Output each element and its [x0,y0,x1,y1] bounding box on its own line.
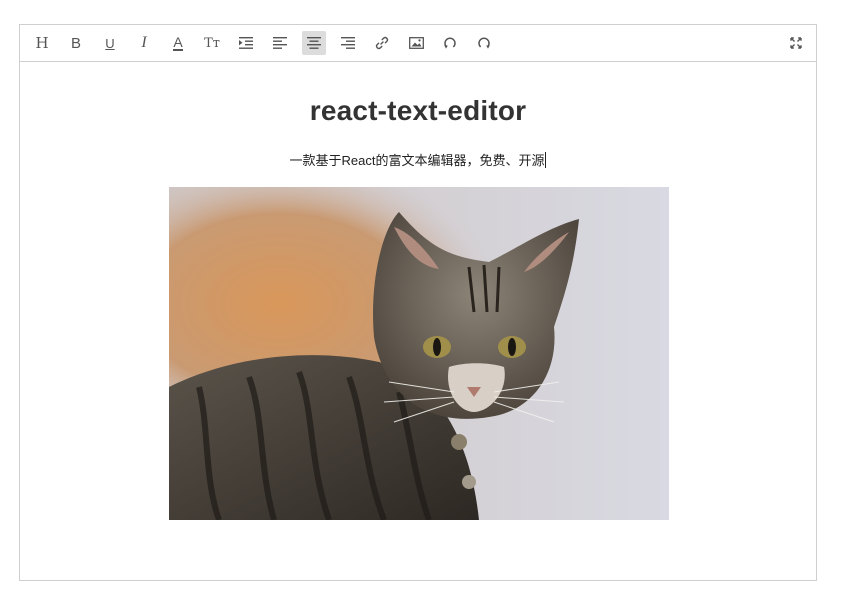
underline-button[interactable]: U [98,31,122,55]
font-color-icon: A [173,34,183,51]
align-center-icon [307,37,321,49]
font-size-button[interactable]: Tт [200,31,224,55]
editor-content[interactable]: react-text-editor 一款基于React的富文本编辑器，免费、开源 [20,62,816,581]
font-color-button[interactable]: A [166,31,190,55]
link-button[interactable] [370,31,394,55]
indent-button[interactable] [234,31,258,55]
document-title[interactable]: react-text-editor [20,95,816,127]
align-right-button[interactable] [336,31,360,55]
italic-button[interactable]: I [132,31,156,55]
indent-icon [239,37,253,49]
heading-button[interactable]: H [30,31,54,55]
heading-icon: H [35,34,49,52]
fullscreen-icon [790,37,802,49]
undo-icon [444,37,456,49]
align-center-button[interactable] [302,31,326,55]
text-cursor [545,152,547,168]
link-icon [375,36,389,50]
bold-button[interactable]: B [64,31,88,55]
document-subtitle[interactable]: 一款基于React的富文本编辑器，免费、开源 [20,150,816,169]
align-left-icon [273,37,287,49]
italic-icon: I [141,34,147,51]
rich-text-editor: H B U I A Tт react-text-editor 一款基于React… [19,24,817,581]
cat-photo-illustration [169,187,669,520]
image-icon [408,37,424,49]
align-right-icon [341,37,355,49]
bold-icon: B [70,34,81,52]
underline-icon: U [105,35,115,51]
align-left-button[interactable] [268,31,292,55]
redo-button[interactable] [472,31,496,55]
subtitle-text: 一款基于React的富文本编辑器，免费、开源 [289,153,545,168]
editor-toolbar: H B U I A Tт [20,25,816,62]
cat-image[interactable] [169,187,669,520]
redo-icon [478,37,490,49]
image-button[interactable] [404,31,428,55]
font-size-icon: Tт [204,35,220,51]
fullscreen-button[interactable] [784,31,808,55]
undo-button[interactable] [438,31,462,55]
